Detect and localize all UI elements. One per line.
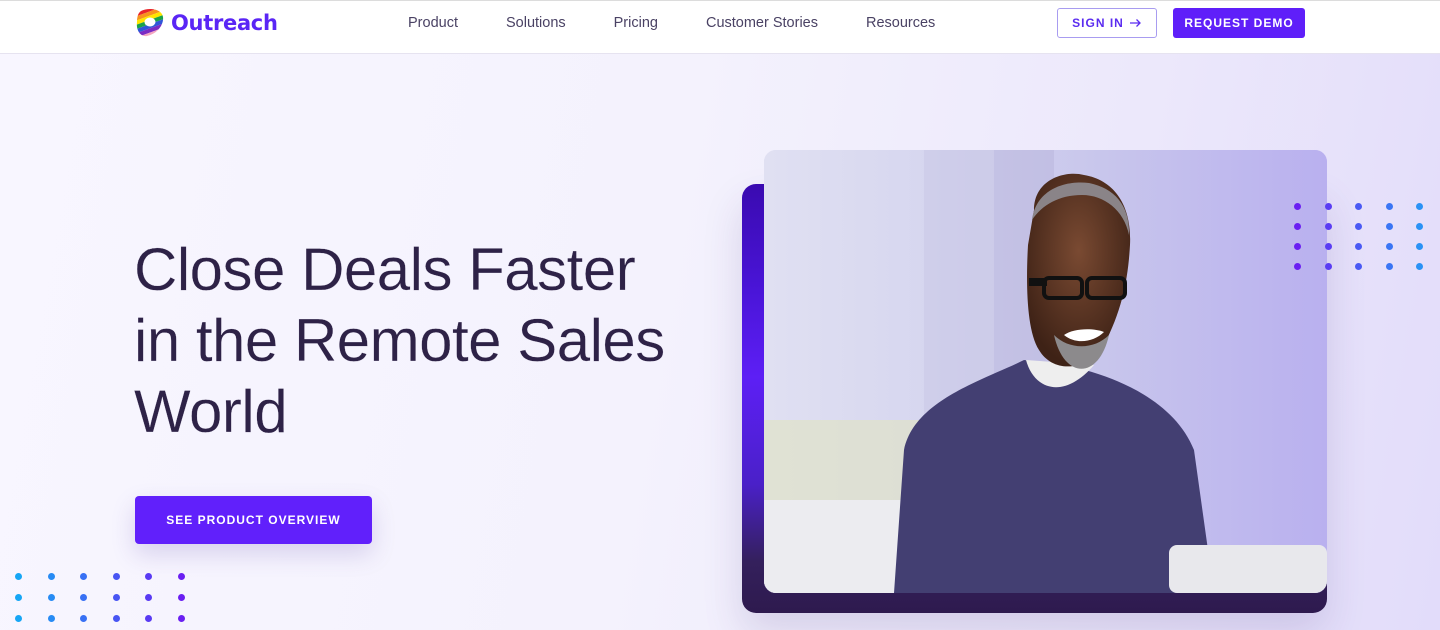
headline-line-2: in the Remote Sales [134,307,665,374]
decorative-dot [1324,203,1332,210]
decorative-dot [1294,243,1301,250]
decorative-dot [47,615,55,622]
decorative-dots-left [15,573,185,622]
decorative-dot [1416,203,1423,210]
decorative-dot [1355,203,1362,210]
decorative-dot [1294,223,1301,230]
decorative-dot [1385,203,1393,210]
see-product-overview-button[interactable]: SEE PRODUCT OVERVIEW [135,496,372,544]
decorative-dots-right [1294,203,1423,270]
decorative-dot [1324,263,1332,270]
decorative-dot [1385,263,1393,270]
nav-resources[interactable]: Resources [866,15,935,31]
nav-pricing[interactable]: Pricing [614,15,658,31]
site-header: Outreach Product Solutions Pricing Custo… [0,1,1440,54]
decorative-dot [1324,223,1332,230]
decorative-dot [1355,223,1362,230]
decorative-dot [80,573,87,580]
brand-logo[interactable]: Outreach [135,8,278,38]
decorative-dot [112,594,120,601]
main-nav: Product Solutions Pricing Customer Stori… [408,15,983,31]
decorative-dot [1385,223,1393,230]
arrow-right-icon [1129,19,1141,27]
decorative-dot [1416,223,1423,230]
decorative-dot [1416,243,1423,250]
decorative-dot [177,594,185,601]
nav-solutions[interactable]: Solutions [506,15,566,31]
person-illustration [764,150,1327,593]
decorative-dot [1294,203,1301,210]
decorative-dot [1355,243,1362,250]
nav-customer-stories[interactable]: Customer Stories [706,15,818,31]
decorative-dot [145,573,152,580]
decorative-dot [177,615,185,622]
sign-in-button[interactable]: SIGN IN [1057,8,1157,38]
decorative-dot [15,573,22,580]
decorative-dot [15,594,22,601]
decorative-dot [145,594,152,601]
decorative-dot [145,615,152,622]
decorative-dot [80,615,87,622]
headline-line-3: World [134,378,288,445]
decorative-dot [112,615,120,622]
headline-line-1: Close Deals Faster [134,236,636,303]
decorative-dot [1324,243,1332,250]
brand-name: Outreach [171,11,278,35]
decorative-dot [15,615,22,622]
outreach-logo-icon [136,9,164,37]
decorative-dot [177,573,185,580]
sign-in-label: SIGN IN [1072,16,1124,30]
hero-image [764,150,1327,593]
nav-product[interactable]: Product [408,15,458,31]
decorative-dot [112,573,120,580]
decorative-dot [1355,263,1362,270]
decorative-dot [1385,243,1393,250]
request-demo-button[interactable]: REQUEST DEMO [1173,8,1305,38]
decorative-dot [80,594,87,601]
decorative-dot [1294,263,1301,270]
hero-headline: Close Deals Faster in the Remote Sales W… [134,234,734,447]
decorative-dot [47,594,55,601]
decorative-dot [1416,263,1423,270]
decorative-dot [47,573,55,580]
